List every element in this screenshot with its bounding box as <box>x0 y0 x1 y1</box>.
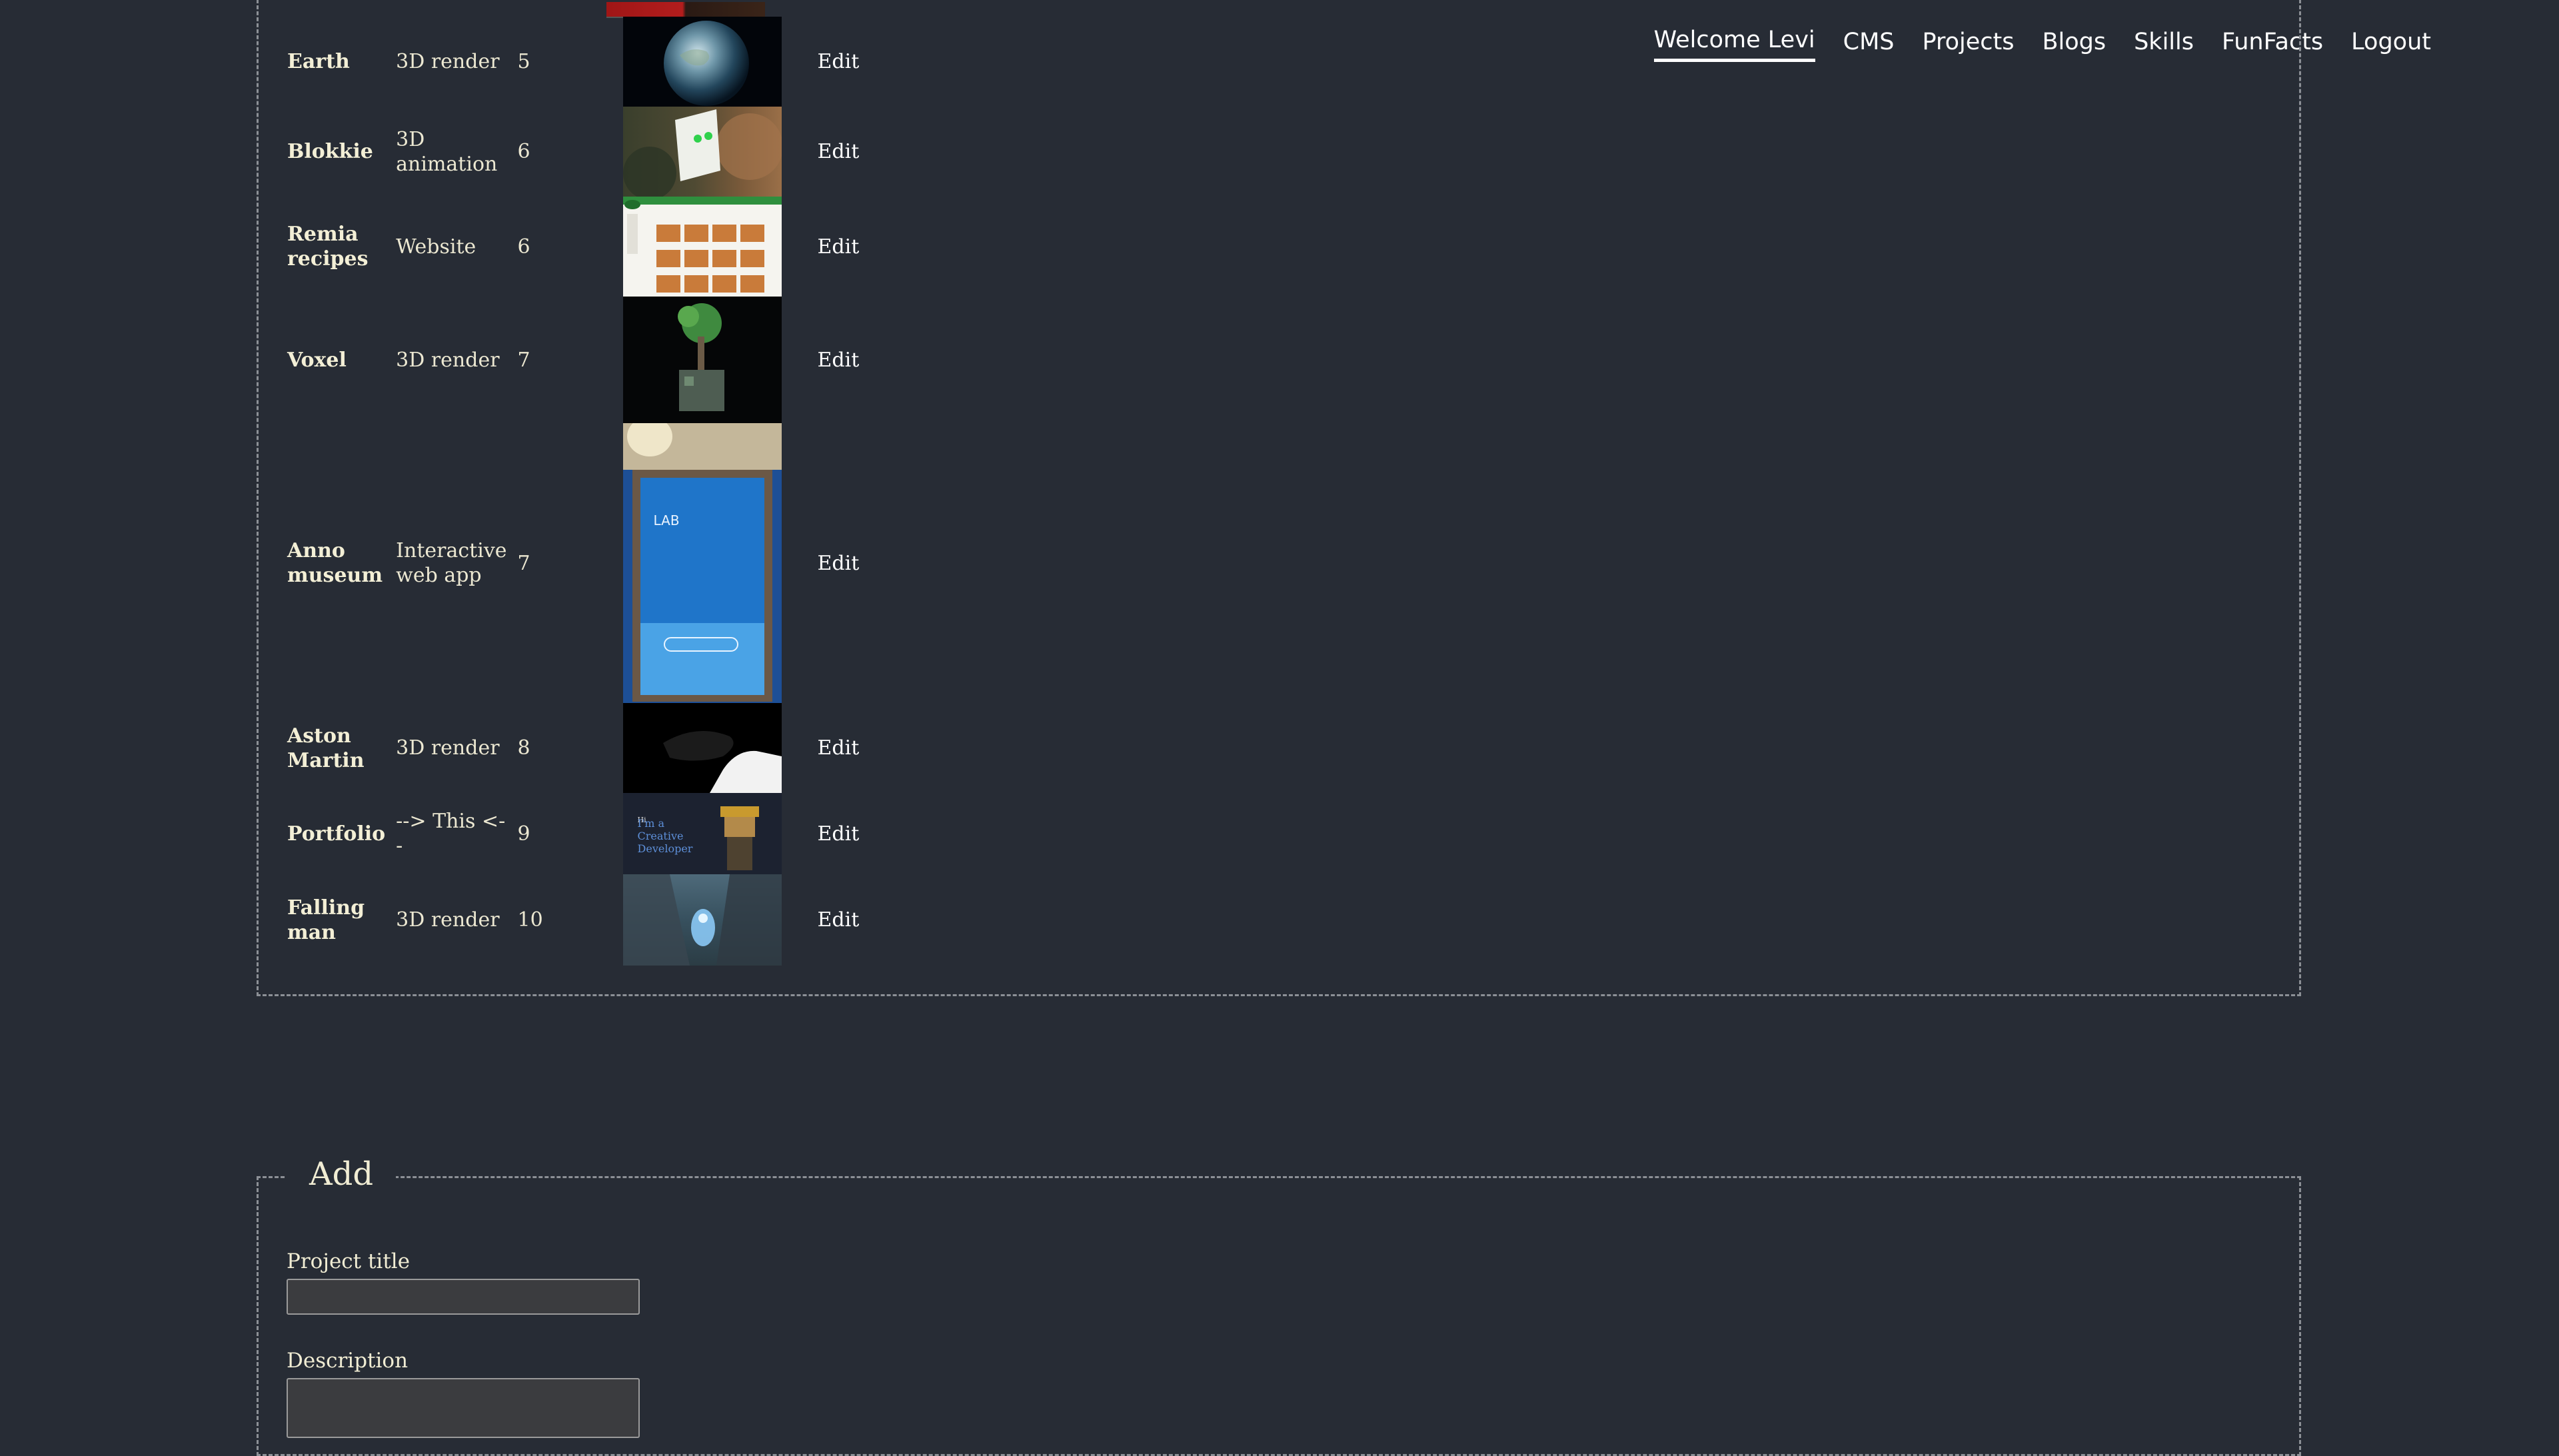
project-order: 6 <box>517 140 530 163</box>
project-order: 7 <box>517 348 530 372</box>
project-order: 9 <box>517 822 530 846</box>
project-type: 3D render <box>396 50 500 73</box>
edit-button[interactable]: Edit <box>783 874 865 966</box>
edit-button[interactable]: Edit <box>783 703 865 793</box>
project-order: 7 <box>517 551 530 575</box>
edit-button[interactable]: Edit <box>783 793 865 874</box>
project-order: 8 <box>517 736 530 760</box>
nav-logout[interactable]: Logout <box>2351 29 2431 61</box>
project-type: Website <box>396 235 476 259</box>
project-title: Remia recipes <box>287 223 369 271</box>
projects-fieldset: Earth 3D render 5 Edit Blokkie 3D animat… <box>257 0 2301 996</box>
project-title: Earth <box>287 50 350 73</box>
portfolio-avatar-image <box>720 806 759 870</box>
edit-button[interactable]: Edit <box>783 197 865 297</box>
edit-button[interactable]: Edit <box>783 423 865 703</box>
table-row: Aston Martin 3D render 8 Edit <box>282 703 864 793</box>
table-row: Portfolio --> This <-- 9 Hi I'm a Creati… <box>282 793 864 874</box>
project-order: 10 <box>517 908 543 932</box>
table-row: Anno museum Interactive web app 7 LAB Ed… <box>282 423 864 703</box>
project-title: Blokkie <box>287 140 373 163</box>
project-title-input[interactable] <box>287 1279 640 1315</box>
description-label: Description <box>287 1349 409 1373</box>
earth-image <box>663 21 749 106</box>
table-row: Remia recipes Website 6 Edit <box>282 197 864 297</box>
previous-thumbnail <box>606 2 765 18</box>
project-type: Interactive web app <box>396 539 507 587</box>
falling-man-thumbnail <box>622 874 782 966</box>
project-title: Voxel <box>287 348 347 372</box>
voxel-image <box>677 303 724 411</box>
earth-thumbnail <box>622 17 782 107</box>
project-type: 3D render <box>396 348 500 372</box>
table-row: Voxel 3D render 7 Edit <box>282 297 864 423</box>
remia-image <box>622 197 782 293</box>
add-legend: Add <box>287 1155 397 1193</box>
project-title: Aston Martin <box>287 724 365 772</box>
remia-thumbnail <box>622 197 782 297</box>
project-type: --> This <-- <box>396 810 506 858</box>
blokkie-image <box>622 109 782 197</box>
add-project-fieldset: Add Project title Description <box>257 1155 2301 1456</box>
table-row: Blokkie 3D animation 6 Edit <box>282 107 864 197</box>
table-row: Falling man 3D render 10 Edit <box>282 874 864 966</box>
falling-man-image <box>622 874 782 966</box>
project-order: 5 <box>517 50 530 73</box>
edit-button[interactable]: Edit <box>783 107 865 197</box>
projects-table: Earth 3D render 5 Edit Blokkie 3D animat… <box>282 17 864 966</box>
voxel-thumbnail <box>622 297 782 423</box>
project-type: 3D render <box>396 908 500 932</box>
project-type: 3D render <box>396 736 500 760</box>
anno-image <box>622 423 782 703</box>
aston-thumbnail <box>622 703 782 793</box>
description-input[interactable] <box>287 1378 640 1438</box>
table-row: Earth 3D render 5 Edit <box>282 17 864 107</box>
aston-image <box>662 731 782 793</box>
project-title: Portfolio <box>287 822 386 846</box>
project-title: Falling man <box>287 896 365 944</box>
edit-button[interactable]: Edit <box>783 17 865 107</box>
project-type: 3D animation <box>396 127 498 176</box>
project-title: Anno museum <box>287 539 383 587</box>
edit-button[interactable]: Edit <box>783 297 865 423</box>
project-order: 6 <box>517 235 530 259</box>
project-title-label: Project title <box>287 1249 411 1273</box>
portfolio-thumbnail: Hi I'm a Creative Developer <box>622 793 782 874</box>
anno-thumbnail: LAB <box>622 423 782 703</box>
anno-lab-text: LAB <box>653 512 680 528</box>
blokkie-thumbnail <box>622 107 782 197</box>
